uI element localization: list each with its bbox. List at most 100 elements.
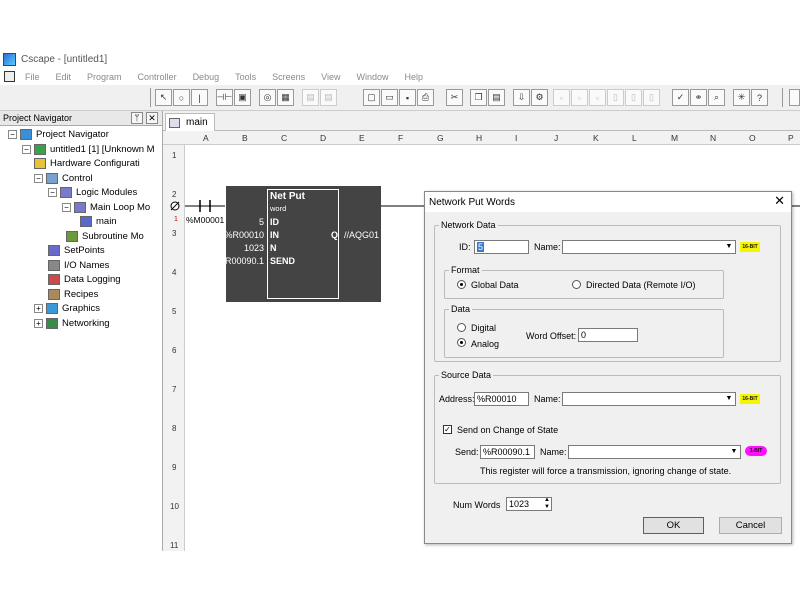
- net-put-function-block[interactable]: Net Put word 5 ID %R00010 IN 1023 N %R00…: [217, 186, 381, 302]
- context-help-icon[interactable]: ?: [751, 89, 768, 106]
- disabled-tool-1-icon[interactable]: ▫: [553, 89, 570, 106]
- target-icon[interactable]: ◎: [259, 89, 276, 106]
- unlock-icon[interactable]: ▤: [320, 89, 337, 106]
- tree-item-control[interactable]: − Control: [34, 173, 93, 184]
- address-field[interactable]: %R00010: [474, 392, 529, 406]
- address-name-dropdown[interactable]: ▼: [562, 392, 736, 406]
- analog-radio[interactable]: [457, 338, 466, 347]
- copy-icon[interactable]: ❐: [470, 89, 487, 106]
- tree-item-subroutine-mo[interactable]: Subroutine Mo: [66, 231, 144, 242]
- id-field[interactable]: 5: [474, 240, 529, 254]
- num-words-field[interactable]: 1023 ▲ ▼: [506, 497, 552, 511]
- tree-item-label: Graphics: [62, 303, 101, 314]
- cancel-button[interactable]: Cancel: [719, 517, 782, 534]
- tree-item-i-o-names[interactable]: I/O Names: [48, 260, 109, 271]
- save-icon[interactable]: ▪: [399, 89, 416, 106]
- menu-debug[interactable]: Debug: [193, 72, 220, 82]
- spinner-down-icon[interactable]: ▼: [544, 504, 550, 510]
- disabled-tool-3-icon[interactable]: ▫: [589, 89, 606, 106]
- disabled-tool-4-icon[interactable]: ▯: [607, 89, 624, 106]
- logic-modules-icon: [60, 187, 72, 198]
- collapse-icon[interactable]: −: [8, 130, 17, 139]
- collapse-icon[interactable]: −: [62, 203, 71, 212]
- tree-item-main[interactable]: main: [80, 216, 117, 227]
- network-put-words-dialog: Network Put Words ✕ Network Data ID: 5 N…: [424, 191, 792, 544]
- disabled-tool-2-icon[interactable]: ▫: [571, 89, 588, 106]
- menu-file[interactable]: File: [25, 72, 40, 82]
- disabled-tool-5-icon[interactable]: ▯: [625, 89, 642, 106]
- tree-item-graphics[interactable]: + Graphics: [34, 303, 100, 314]
- collapse-icon[interactable]: −: [48, 188, 57, 197]
- cut-icon[interactable]: ✂: [446, 89, 463, 106]
- id-name-dropdown[interactable]: ▼: [562, 240, 736, 254]
- menu-tools[interactable]: Tools: [235, 72, 256, 82]
- zoom-icon[interactable]: ⌕: [708, 89, 725, 106]
- light-icon[interactable]: ✳: [733, 89, 750, 106]
- io-icon[interactable]: ▣: [234, 89, 251, 106]
- lock-icon[interactable]: ▤: [302, 89, 319, 106]
- word-offset-field[interactable]: 0: [578, 328, 638, 342]
- paste-icon[interactable]: ▤: [488, 89, 505, 106]
- tree-item-data-logging[interactable]: Data Logging: [48, 274, 121, 285]
- send-on-change-label: Send on Change of State: [457, 425, 559, 435]
- directed-data-radio[interactable]: [572, 280, 581, 289]
- menu-screens[interactable]: Screens: [272, 72, 305, 82]
- binoculars-icon[interactable]: ⚭: [690, 89, 707, 106]
- collapse-icon[interactable]: −: [22, 145, 31, 154]
- pin-q-value: //AQG01: [344, 230, 380, 240]
- digital-radio[interactable]: [457, 323, 466, 332]
- tree-item-main-loop-mo[interactable]: − Main Loop Mo: [62, 202, 150, 213]
- menu-controller[interactable]: Controller: [138, 72, 177, 82]
- settings-icon[interactable]: ⚙: [531, 89, 548, 106]
- network-icon: [46, 318, 58, 329]
- download-icon[interactable]: ⇩: [513, 89, 530, 106]
- tree-item-label: main: [96, 216, 117, 227]
- lasso-icon[interactable]: ○: [173, 89, 190, 106]
- menu-edit[interactable]: Edit: [56, 72, 72, 82]
- send-on-change-checkbox[interactable]: ✓: [443, 425, 452, 434]
- tree-item-logic-modules[interactable]: − Logic Modules: [48, 187, 137, 198]
- menu-help[interactable]: Help: [405, 72, 424, 82]
- print-icon[interactable]: ⎙: [417, 89, 434, 106]
- collapse-icon[interactable]: −: [34, 174, 43, 183]
- grid-icon[interactable]: ▦: [277, 89, 294, 106]
- toolbar: ↖ ○ | ⊣⊢ ▣ ◎ ▦ ▤ ▤ ▢ ▭ ▪ ⎙ ✂ ❐ ▤ ⇩ ⚙ ▫ ▫…: [0, 85, 800, 111]
- tree-item-setpoints[interactable]: SetPoints: [48, 245, 105, 256]
- function-block-subtitle: word: [270, 204, 287, 213]
- menu-window[interactable]: Window: [357, 72, 389, 82]
- send-name-label: Name:: [540, 447, 567, 457]
- io-icon: [34, 158, 46, 169]
- pin-send-label: SEND: [270, 256, 296, 266]
- tree-item-label: Logic Modules: [76, 187, 138, 198]
- tree-item-hardware-configurati[interactable]: Hardware Configurati: [34, 158, 140, 169]
- graphics-icon: [46, 303, 58, 314]
- menu-program[interactable]: Program: [87, 72, 122, 82]
- global-data-radio[interactable]: [457, 280, 466, 289]
- expand-icon[interactable]: +: [34, 319, 43, 328]
- tree-item-networking[interactable]: + Networking: [34, 318, 110, 329]
- contact-label[interactable]: %M00001: [186, 215, 224, 225]
- close-icon[interactable]: ✕: [146, 112, 158, 124]
- dialog-close-icon[interactable]: ✕: [774, 194, 785, 208]
- ok-button[interactable]: OK: [643, 517, 704, 534]
- new-file-icon[interactable]: ▢: [363, 89, 380, 106]
- document-menu-icon[interactable]: [4, 71, 15, 82]
- expand-icon[interactable]: +: [34, 304, 43, 313]
- app-icon: [3, 52, 16, 66]
- tree-item-untitled1-1-unknown-m[interactable]: − untitled1 [1] [Unknown M: [22, 144, 155, 155]
- send-field[interactable]: %R00090.1: [480, 445, 535, 459]
- wire-icon[interactable]: |: [191, 89, 208, 106]
- menu-view[interactable]: View: [321, 72, 340, 82]
- tab-main[interactable]: main: [165, 113, 215, 131]
- tree-item-recipes[interactable]: Recipes: [48, 289, 98, 300]
- open-folder-icon[interactable]: ▭: [381, 89, 398, 106]
- combo-partial[interactable]: [789, 89, 800, 106]
- send-name-dropdown[interactable]: ▼: [568, 445, 741, 459]
- check-icon[interactable]: ✓: [672, 89, 689, 106]
- spinner-up-icon[interactable]: ▲: [544, 497, 550, 503]
- select-arrow-icon[interactable]: ↖: [155, 89, 172, 106]
- tree-item-project-navigator[interactable]: − Project Navigator: [8, 129, 109, 140]
- pin-icon[interactable]: ᛘ: [131, 112, 143, 124]
- contact-icon[interactable]: ⊣⊢: [216, 89, 233, 106]
- disabled-tool-6-icon[interactable]: ▯: [643, 89, 660, 106]
